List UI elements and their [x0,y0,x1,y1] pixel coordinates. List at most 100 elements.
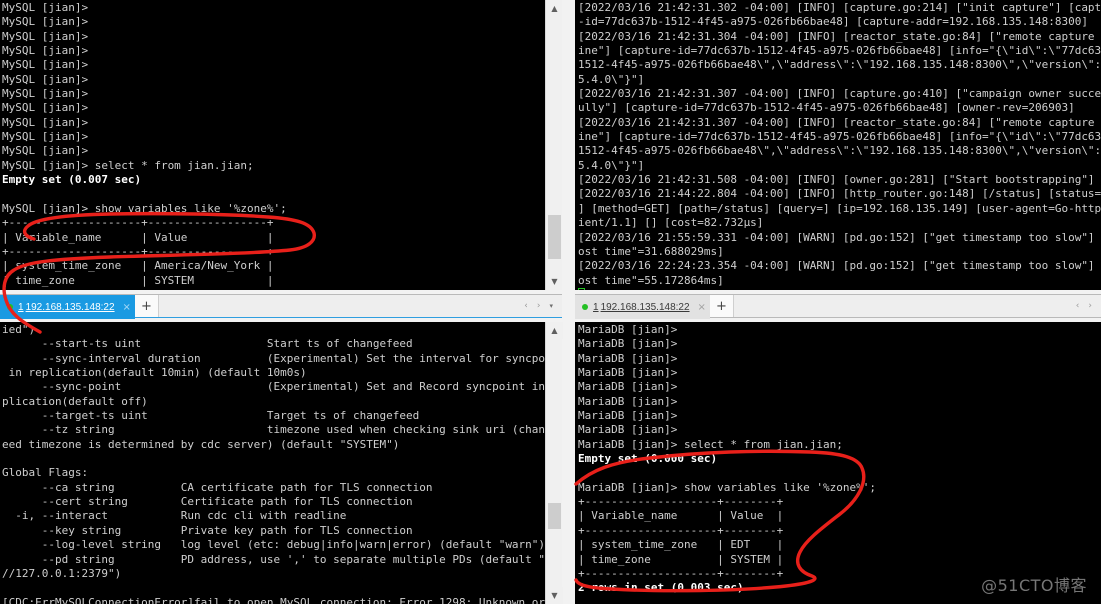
panel-bottom-left-cdc-cli[interactable]: ied") --start-ts uint Start ts of change… [0,322,562,604]
terminal-line: plication(default off) [2,394,148,408]
tab-menu-icon[interactable]: ▾ [549,302,553,310]
terminal-output-mariadb[interactable]: MariaDB [jian]> MariaDB [jian]> MariaDB [j… [575,322,1101,604]
terminal-line: | Variable_name | Value | [2,230,274,244]
terminal-line: -i, --interact Run cdc cli with readline [2,509,347,523]
terminal-line: 5.4.0\"}"] [578,158,645,172]
scrollbar-thumb[interactable] [548,215,561,259]
terminal-line: MariaDB [jian]> [578,323,678,336]
terminal-line: [2022/03/16 21:55:59.331 -04:00] [WARN] … [578,230,1101,244]
scroll-up-arrow-icon[interactable]: ▲ [546,322,563,339]
terminal-line: MySQL [jian]> [2,58,89,72]
terminal-line: Global Flags: [2,466,89,480]
tab-index: 1 [593,301,599,313]
terminal-line: 1512-4f45-a975-026fb66bae48\",\"address\… [578,58,1101,72]
terminal-grid-window: MySQL [jian]> MySQL [jian]> MySQL [jian]> M… [0,0,1101,604]
terminal-line: --ca string CA certificate path for TLS … [2,480,433,494]
terminal-line: +--------------------+--------+ [578,523,784,537]
terminal-line: MySQL [jian]> [2,29,89,43]
close-icon[interactable]: × [698,302,706,313]
terminal-line: MySQL [jian]> show variables like '%zone… [2,201,287,215]
terminal-line: MySQL [jian]> select * from jian.jian; [2,158,254,172]
panel-bottom-right-mariadb[interactable]: MariaDB [jian]> MariaDB [jian]> MariaDB [j… [575,322,1101,604]
tabbar-nav: ‹ › [1075,295,1101,317]
terminal-line: MariaDB [jian]> [578,366,678,380]
terminal-line: in replication(default 10min) (default 1… [2,366,307,380]
tab-next-icon[interactable]: › [537,301,541,311]
scroll-down-arrow-icon[interactable]: ▼ [546,587,563,604]
terminal-line: --sync-point (Experimental) Set and Reco… [2,380,562,394]
terminal-line: ine"] [capture-id=77dc637b-1512-4f45-a97… [578,130,1101,144]
tab-label: 192.168.135.148:22 [25,301,115,313]
scroll-down-arrow-icon[interactable]: ▼ [546,273,563,290]
terminal-line: MariaDB [jian]> show variables like '%zo… [578,480,877,494]
terminal-line: MySQL [jian]> [2,130,89,144]
scrollbar-bottom-left[interactable]: ▲ ▼ [545,322,563,604]
new-tab-button[interactable]: + [134,295,159,317]
terminal-line: MariaDB [jian]> [578,351,678,365]
terminal-line: ine"] [capture-id=77dc637b-1512-4f45-a97… [578,44,1101,58]
terminal-output-mysql[interactable]: MySQL [jian]> MySQL [jian]> MySQL [jian]> M… [0,0,562,290]
terminal-line: ] [method=GET] [path=/status] [query=] [… [578,201,1101,215]
terminal-line: --cert string Certificate path for TLS c… [2,495,413,509]
terminal-line: //127.0.0.1:2379") [2,566,122,580]
scrollbar-thumb[interactable] [548,503,561,529]
tabbar-left[interactable]: 1 192.168.135.148:22 × + ‹ › ▾ [0,294,562,319]
terminal-line: MySQL [jian]> [2,15,89,29]
scroll-up-arrow-icon[interactable]: ▲ [546,0,563,17]
terminal-line: [2022/03/16 21:44:22.804 -04:00] [INFO] … [578,187,1101,201]
tab-next-icon[interactable]: › [1088,301,1092,311]
terminal-line: MariaDB [jian]> [578,337,678,351]
scrollbar-top-left[interactable]: ▲ ▼ [545,0,563,290]
terminal-line: [2022/03/16 21:42:31.307 -04:00] [INFO] … [578,115,1101,129]
terminal-line: MariaDB [jian]> select * from jian.jian; [578,437,843,451]
terminal-output-cdc-cli[interactable]: ied") --start-ts uint Start ts of change… [0,322,562,604]
close-icon[interactable]: × [123,302,131,313]
tab-prev-icon[interactable]: ‹ [1076,301,1080,311]
terminal-line: MySQL [jian]> [2,72,89,86]
tab-right-session[interactable]: 1 192.168.135.148:22 × [575,295,710,319]
terminal-line: -id=77dc637b-1512-4f45-a975-026fb66bae48… [578,15,1088,29]
terminal-line: [2022/03/16 21:42:31.302 -04:00] [INFO] … [578,1,1101,14]
terminal-line: | system_time_zone | America/New_York | [2,259,274,273]
terminal-line: +--------------------+------------------… [2,244,274,258]
terminal-line: +--------------------+------------------… [2,216,274,230]
terminal-line: --key string Private key path for TLS co… [2,523,413,537]
terminal-line: [2022/03/16 21:42:31.508 -04:00] [INFO] … [578,173,1095,187]
tabbar-nav: ‹ › ▾ [524,295,562,317]
terminal-line: MySQL [jian]> [2,115,89,129]
session-status-dot-icon [582,304,588,310]
terminal-line: [2022/03/16 21:42:31.304 -04:00] [INFO] … [578,29,1101,43]
terminal-line: MariaDB [jian]> [578,394,678,408]
tab-prev-icon[interactable]: ‹ [524,301,528,311]
terminal-line: --start-ts uint Start ts of changefeed [2,337,413,351]
terminal-line: --sync-interval duration (Experimental) … [2,351,562,365]
tab-label: 192.168.135.148:22 [600,301,690,313]
terminal-line: Empty set (0.000 sec) [578,452,718,466]
panel-top-left-mysql[interactable]: MySQL [jian]> MySQL [jian]> MySQL [jian]> M… [0,0,562,290]
terminal-line: ost time"=55.172864ms] [578,273,724,287]
terminal-line: ully"] [capture-id=77dc637b-1512-4f45-a9… [578,101,1075,115]
new-tab-button[interactable]: + [709,295,734,317]
terminal-output-cdc-log[interactable]: [2022/03/16 21:42:31.302 -04:00] [INFO] … [575,0,1101,290]
tabbar-filler [733,295,1076,317]
terminal-line: --tz string timezone used when checking … [2,423,562,437]
terminal-line: MySQL [jian]> [2,144,89,158]
terminal-line: [2022/03/16 22:24:23.354 -04:00] [WARN] … [578,259,1101,273]
panel-top-right-cdc-log[interactable]: [2022/03/16 21:42:31.302 -04:00] [INFO] … [575,0,1101,290]
tab-left-session[interactable]: 1 192.168.135.148:22 × [0,295,135,319]
session-status-dot-icon [7,304,13,310]
terminal-line: | Variable_name | Value | [578,509,784,523]
terminal-line: MySQL [jian]> [2,87,89,101]
terminal-line: MySQL [jian]> [2,1,89,14]
terminal-line: ied") [2,323,36,336]
tabbar-right[interactable]: 1 192.168.135.148:22 × + ‹ › [575,294,1101,319]
terminal-line: MariaDB [jian]> [578,423,678,437]
terminal-line: MySQL [jian]> [2,101,89,115]
terminal-line: | time_zone | SYSTEM | [2,273,274,287]
terminal-line: --log-level string log level (etc: debug… [2,538,546,552]
vertical-splitter[interactable] [562,0,575,604]
terminal-line: +--------------------+--------+ [578,495,784,509]
